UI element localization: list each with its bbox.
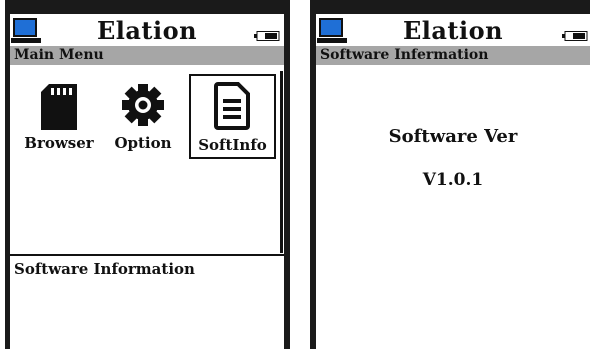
sd-card-icon bbox=[41, 84, 77, 134]
header-bar: Software Infermation bbox=[316, 46, 590, 65]
header-bar: Main Menu bbox=[10, 46, 284, 65]
left-screen: Elation Main Menu Browser Option SoftInf… bbox=[10, 14, 284, 349]
title-bar: Elation bbox=[316, 14, 590, 46]
menu-item-browser[interactable]: Browser bbox=[24, 74, 94, 154]
document-icon bbox=[214, 82, 250, 134]
menu-item-label: SoftInfo bbox=[198, 136, 267, 154]
divider bbox=[10, 254, 284, 256]
title-bar: Elation bbox=[10, 14, 284, 46]
gear-icon bbox=[121, 83, 165, 131]
menu-item-option[interactable]: Option bbox=[108, 74, 178, 154]
menu-item-softinfo[interactable]: SoftInfo bbox=[191, 76, 274, 157]
app-title: Elation bbox=[96, 16, 198, 45]
version-title: Software Ver bbox=[388, 126, 518, 147]
menu-item-label: Option bbox=[114, 134, 172, 152]
right-screen: Elation Software Infermation Software Ve… bbox=[316, 14, 590, 349]
menu-item-label: Browser bbox=[24, 134, 94, 152]
software-information-label: Software Information bbox=[14, 260, 195, 278]
version-value: V1.0.1 bbox=[422, 170, 484, 190]
app-title: Elation bbox=[402, 16, 504, 45]
battery-icon bbox=[562, 26, 588, 45]
battery-icon bbox=[254, 26, 280, 45]
left-device-frame: Elation Main Menu Browser Option SoftInf… bbox=[5, 0, 290, 349]
right-device-frame: Elation Software Infermation Software Ve… bbox=[310, 0, 590, 349]
scrollbar[interactable] bbox=[280, 71, 283, 253]
